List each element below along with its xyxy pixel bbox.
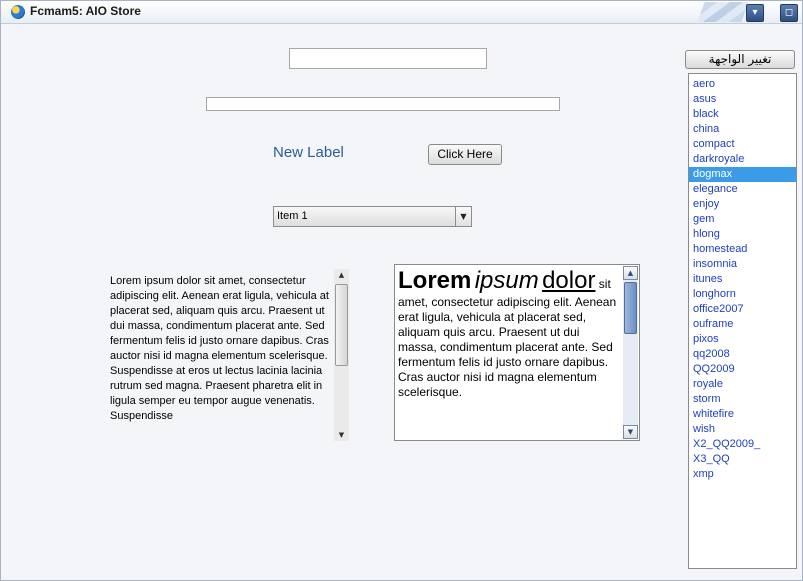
rich-word-underline: dolor [542, 267, 596, 294]
rich-word-italic: ipsum [474, 267, 539, 294]
theme-item-x3-qq[interactable]: X3_QQ [689, 452, 796, 467]
theme-item-x2-qq2009[interactable]: X2_QQ2009_ [689, 437, 796, 452]
theme-item-gem[interactable]: gem [689, 212, 796, 227]
theme-item-royale[interactable]: royale [689, 377, 796, 392]
title-bar[interactable]: Fcmam5: AIO Store ▾ ◻ [1, 1, 802, 24]
click-here-button[interactable]: Click Here [428, 144, 502, 165]
theme-item-china[interactable]: china [689, 122, 796, 137]
minimize-button[interactable]: ▾ [746, 4, 764, 22]
scroll-down-icon[interactable]: ▼ [623, 425, 638, 439]
rich-text-content: Lorem ipsum dolor sit amet, consectetur … [398, 267, 620, 400]
plain-text-area[interactable]: Lorem ipsum dolor sit amet, consectetur … [105, 269, 351, 441]
theme-item-pixos[interactable]: pixos [689, 332, 796, 347]
theme-item-ouframe[interactable]: ouframe [689, 317, 796, 332]
maximize-button[interactable]: ◻ [780, 4, 798, 22]
theme-item-xmp[interactable]: xmp [689, 467, 796, 482]
app-window: Fcmam5: AIO Store ▾ ◻ New Label Click He… [0, 0, 803, 581]
rich-text-area[interactable]: Lorem ipsum dolor sit amet, consectetur … [394, 264, 640, 441]
item-combobox[interactable]: Item 1 ▼ [273, 206, 472, 227]
plain-text-scrollbar[interactable]: ▲ ▼ [334, 269, 349, 441]
theme-item-qq2008[interactable]: qq2008 [689, 347, 796, 362]
theme-item-darkroyale[interactable]: darkroyale [689, 152, 796, 167]
new-label: New Label [273, 144, 344, 161]
theme-item-asus[interactable]: asus [689, 92, 796, 107]
theme-item-qq2009[interactable]: QQ2009 [689, 362, 796, 377]
rich-text-scrollbar[interactable]: ▲ ▼ [623, 266, 638, 439]
plain-text-content: Lorem ipsum dolor sit amet, consectetur … [110, 275, 329, 422]
scroll-up-icon[interactable]: ▲ [623, 266, 638, 280]
window-title: Fcmam5: AIO Store [30, 4, 141, 18]
progress-bar [206, 97, 560, 111]
theme-item-whitefire[interactable]: whitefire [689, 407, 796, 422]
chevron-down-icon[interactable]: ▼ [455, 207, 471, 226]
theme-item-office2007[interactable]: office2007 [689, 302, 796, 317]
theme-item-black[interactable]: black [689, 107, 796, 122]
theme-item-aero[interactable]: aero [689, 77, 796, 92]
scroll-up-icon[interactable]: ▲ [334, 269, 349, 281]
theme-item-homestead[interactable]: homestead [689, 242, 796, 257]
rich-word-bold: Lorem [398, 267, 472, 294]
theme-item-dogmax[interactable]: dogmax [689, 167, 796, 182]
theme-list[interactable]: aero asus black china compact darkroyale dogma… [688, 73, 797, 569]
scrollbar-thumb[interactable] [335, 284, 348, 366]
text-input[interactable] [289, 48, 487, 69]
scroll-down-icon[interactable]: ▼ [334, 429, 349, 441]
theme-item-elegance[interactable]: elegance [689, 182, 796, 197]
scrollbar-thumb[interactable] [624, 282, 637, 334]
app-logo-icon [11, 5, 25, 19]
theme-item-wish[interactable]: wish [689, 422, 796, 437]
combo-selected-value: Item 1 [277, 210, 308, 222]
change-theme-button[interactable]: تغيير الواجهة [685, 50, 795, 69]
theme-item-storm[interactable]: storm [689, 392, 796, 407]
theme-item-insomnia[interactable]: insomnia [689, 257, 796, 272]
theme-item-hlong[interactable]: hlong [689, 227, 796, 242]
titlebar-decoration [697, 2, 749, 22]
rich-body-text: sit amet, consectetur adipiscing elit. A… [398, 277, 617, 399]
theme-item-compact[interactable]: compact [689, 137, 796, 152]
theme-item-longhorn[interactable]: longhorn [689, 287, 796, 302]
theme-item-itunes[interactable]: itunes [689, 272, 796, 287]
theme-item-enjoy[interactable]: enjoy [689, 197, 796, 212]
